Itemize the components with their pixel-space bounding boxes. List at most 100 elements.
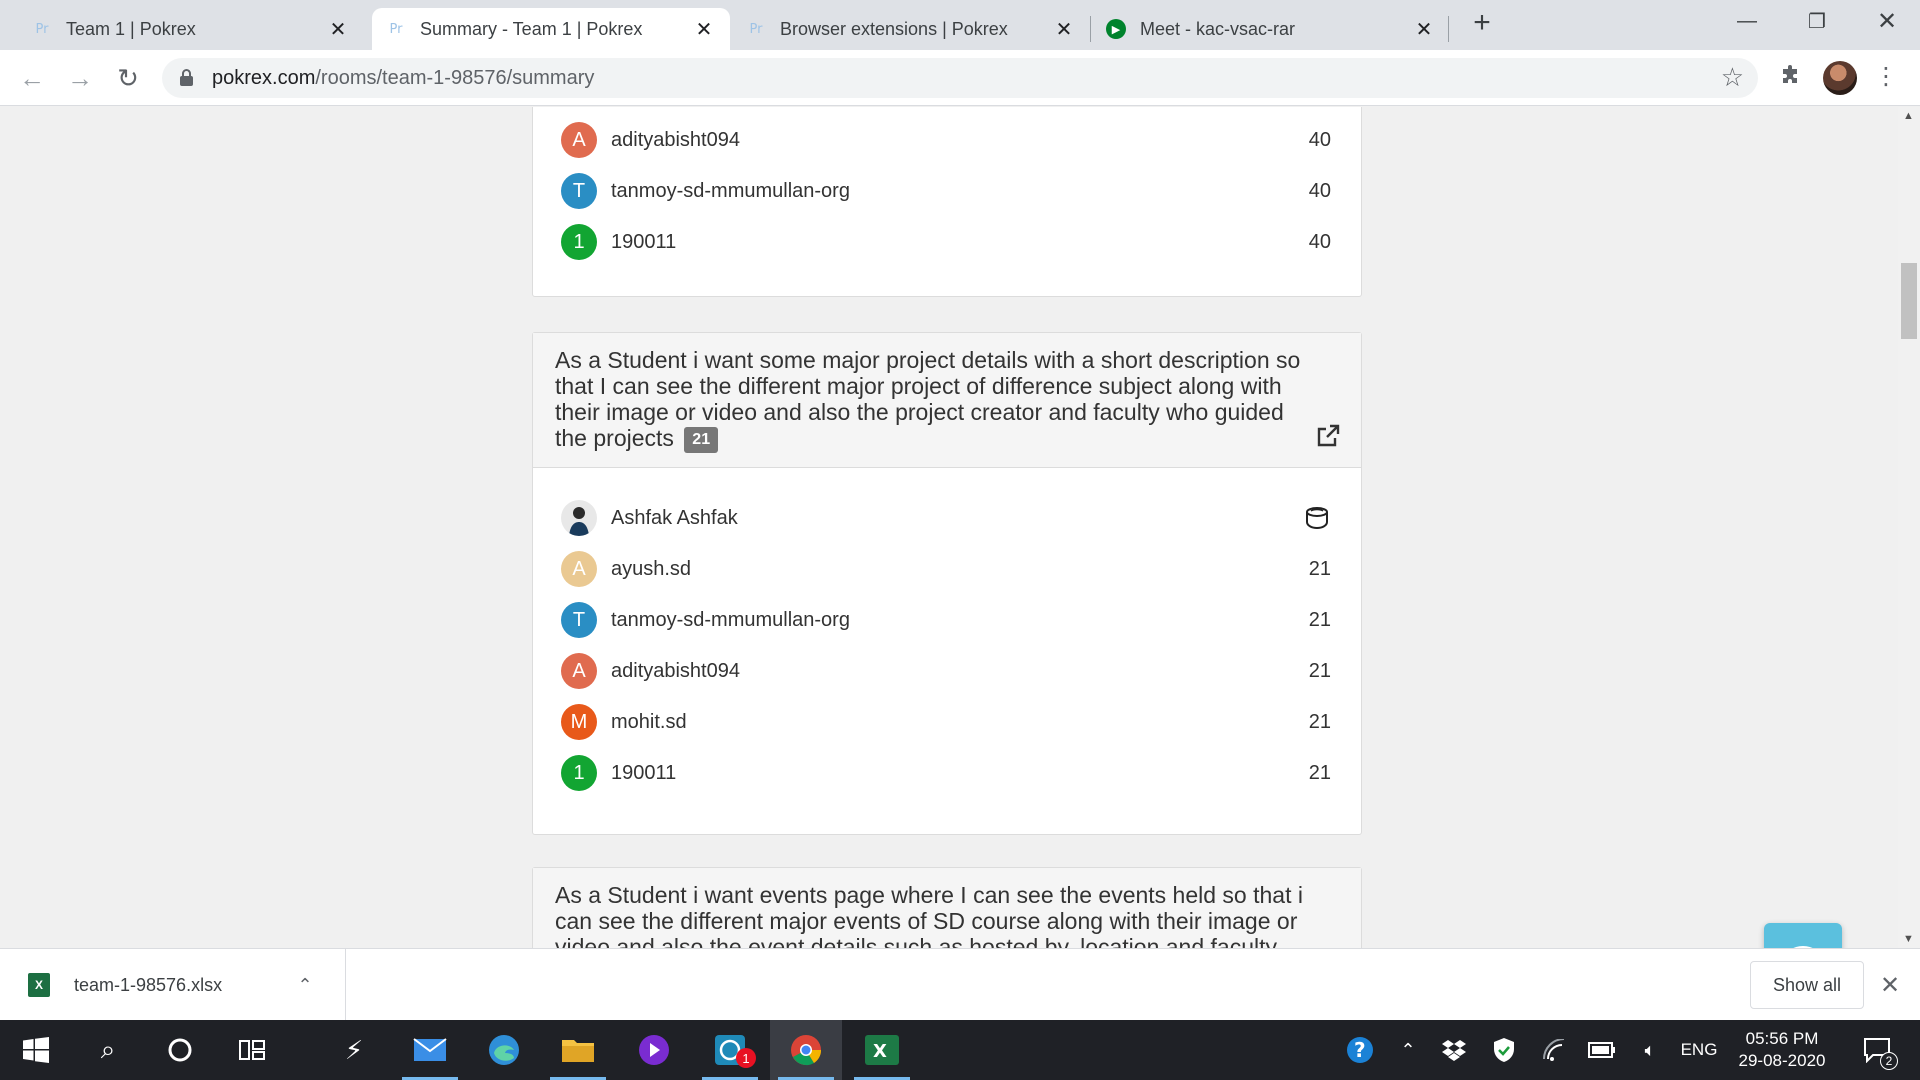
avatar: T (561, 173, 597, 209)
task-view-icon[interactable] (216, 1020, 288, 1080)
download-item[interactable]: X team-1-98576.xlsx ⌃ (0, 949, 346, 1021)
bookmark-star-icon[interactable]: ☆ (1721, 62, 1744, 93)
file-explorer-icon[interactable] (542, 1020, 614, 1080)
page-scrollbar[interactable]: ▲ ▼ (1898, 107, 1920, 948)
back-button[interactable]: ← (16, 62, 48, 94)
reload-button[interactable]: ↻ (112, 62, 144, 94)
chat-button[interactable] (1764, 923, 1842, 948)
app-lightning-icon[interactable]: ⚡ (318, 1020, 390, 1080)
vote-row: A adityabisht094 21 (561, 651, 1331, 691)
vote-row: Ashfak Ashfak (561, 498, 1331, 538)
tab-close-icon[interactable]: ✕ (326, 17, 350, 41)
battery-icon[interactable] (1584, 1020, 1620, 1080)
voter-name: ayush.sd (611, 557, 692, 580)
vote-value: 21 (1308, 710, 1331, 733)
voter-name: adityabisht094 (611, 128, 740, 151)
avatar: 1 (561, 755, 597, 791)
story-description: As a Student i want some major project d… (555, 347, 1301, 451)
notification-center-icon[interactable]: 2 (1852, 1020, 1902, 1080)
avatar: T (561, 602, 597, 638)
vote-row: M mohit.sd 21 (561, 702, 1331, 742)
close-download-bar-icon[interactable]: ✕ (1880, 971, 1900, 1000)
vote-row: A ayush.sd 21 (561, 549, 1331, 589)
notification-badge: 1 (736, 1048, 756, 1068)
tab-separator (1448, 16, 1449, 42)
media-app-icon[interactable] (618, 1020, 690, 1080)
avatar: A (561, 551, 597, 587)
window-close-button[interactable]: ✕ (1852, 0, 1920, 42)
svg-text:?: ? (1354, 1038, 1366, 1062)
search-icon[interactable]: ⌕ (72, 1020, 144, 1080)
pokrex-favicon-icon: Pr (35, 21, 49, 37)
story-points-badge: 21 (684, 427, 719, 453)
voter-name: tanmoy-sd-mmumullan-org (611, 179, 850, 202)
meet-icon: ▶ (1106, 19, 1126, 39)
chevron-up-icon[interactable]: ⌃ (285, 975, 325, 996)
whatsapp-icon[interactable]: 1 (694, 1020, 766, 1080)
security-shield-icon[interactable] (1486, 1020, 1522, 1080)
scroll-thumb[interactable] (1901, 263, 1917, 339)
scroll-down-arrow-icon[interactable]: ▼ (1903, 933, 1914, 945)
wifi-icon[interactable] (1536, 1020, 1572, 1080)
story-card: As a Student i want some major project d… (532, 332, 1362, 835)
forward-button[interactable]: → (64, 62, 96, 94)
tab-summary[interactable]: Pr Summary - Team 1 | Pokrex ✕ (372, 8, 730, 50)
browser-menu-icon[interactable]: ⋮ (1874, 62, 1898, 94)
vote-row: 1 190011 40 (561, 222, 1331, 262)
dropbox-icon[interactable] (1436, 1020, 1472, 1080)
tab-close-icon[interactable]: ✕ (1052, 17, 1076, 41)
voter-name: Ashfak Ashfak (611, 506, 738, 529)
avatar: M (561, 704, 597, 740)
system-clock[interactable]: 05:56 PM 29-08-2020 (1722, 1028, 1842, 1072)
chevron-up-icon[interactable]: ⌃ (1392, 1020, 1424, 1080)
coffee-cup-icon (1303, 504, 1331, 532)
vote-value: 40 (1308, 179, 1331, 202)
voter-name: 190011 (611, 761, 677, 784)
chrome-icon[interactable] (770, 1020, 842, 1080)
show-all-button[interactable]: Show all (1750, 961, 1864, 1009)
clock-time: 05:56 PM (1745, 1029, 1819, 1048)
tab-browser-extensions[interactable]: Pr Browser extensions | Pokrex ✕ (732, 8, 1090, 50)
download-filename: team-1-98576.xlsx (74, 974, 223, 995)
mail-icon[interactable] (394, 1020, 466, 1080)
avatar: 1 (561, 224, 597, 260)
excel-app-icon[interactable]: X (846, 1020, 918, 1080)
url-path: /rooms/team-1-98576/summary (315, 67, 595, 89)
tab-team1[interactable]: Pr Team 1 | Pokrex ✕ (18, 8, 364, 50)
open-external-icon[interactable] (1315, 423, 1341, 449)
cortana-icon[interactable] (144, 1020, 216, 1080)
help-icon[interactable]: ? (1340, 1020, 1380, 1080)
tab-meet[interactable]: ▶ Meet - kac-vsac-rar ✕ (1092, 8, 1450, 50)
profile-avatar[interactable] (1823, 61, 1857, 95)
restore-button[interactable]: ❐ (1782, 0, 1852, 42)
volume-icon[interactable]: 🔈︎ (1632, 1020, 1668, 1080)
new-tab-button[interactable]: + (1468, 8, 1496, 38)
language-indicator[interactable]: ENG (1676, 1020, 1722, 1080)
voter-name: tanmoy-sd-mmumullan-org (611, 608, 850, 631)
extensions-puzzle-icon[interactable] (1776, 64, 1804, 92)
minimize-button[interactable]: — (1712, 0, 1782, 42)
address-bar[interactable]: pokrex.com/rooms/team-1-98576/summary ☆ (162, 58, 1758, 98)
browser-toolbar: ← → ↻ pokrex.com/rooms/team-1-98576/summ… (0, 50, 1920, 106)
tab-label: Browser extensions | Pokrex (780, 18, 1008, 39)
avatar: A (561, 653, 597, 689)
scroll-up-arrow-icon[interactable]: ▲ (1903, 110, 1914, 122)
page-content: A adityabisht094 40 T tanmoy-sd-mmumulla… (0, 107, 1898, 948)
svg-text:X: X (873, 1041, 887, 1062)
start-button[interactable] (0, 1020, 72, 1080)
tab-close-icon[interactable]: ✕ (1412, 17, 1436, 41)
voter-name: 190011 (611, 230, 677, 253)
url-text: pokrex.com/rooms/team-1-98576/summary (212, 67, 594, 90)
vote-value: 40 (1308, 128, 1331, 151)
vote-value: 21 (1308, 608, 1331, 631)
vote-row: T tanmoy-sd-mmumullan-org 40 (561, 171, 1331, 211)
vote-value: 21 (1308, 557, 1331, 580)
story-text: As a Student i want some major project d… (555, 347, 1339, 453)
vote-value: 21 (1308, 761, 1331, 784)
story-header: As a Student i want events page where I … (533, 868, 1361, 948)
edge-browser-icon[interactable] (468, 1020, 540, 1080)
tab-label: Summary - Team 1 | Pokrex (420, 18, 643, 39)
tab-close-icon[interactable]: ✕ (692, 17, 716, 41)
lock-icon[interactable] (180, 69, 193, 86)
vote-value: 21 (1308, 659, 1331, 682)
